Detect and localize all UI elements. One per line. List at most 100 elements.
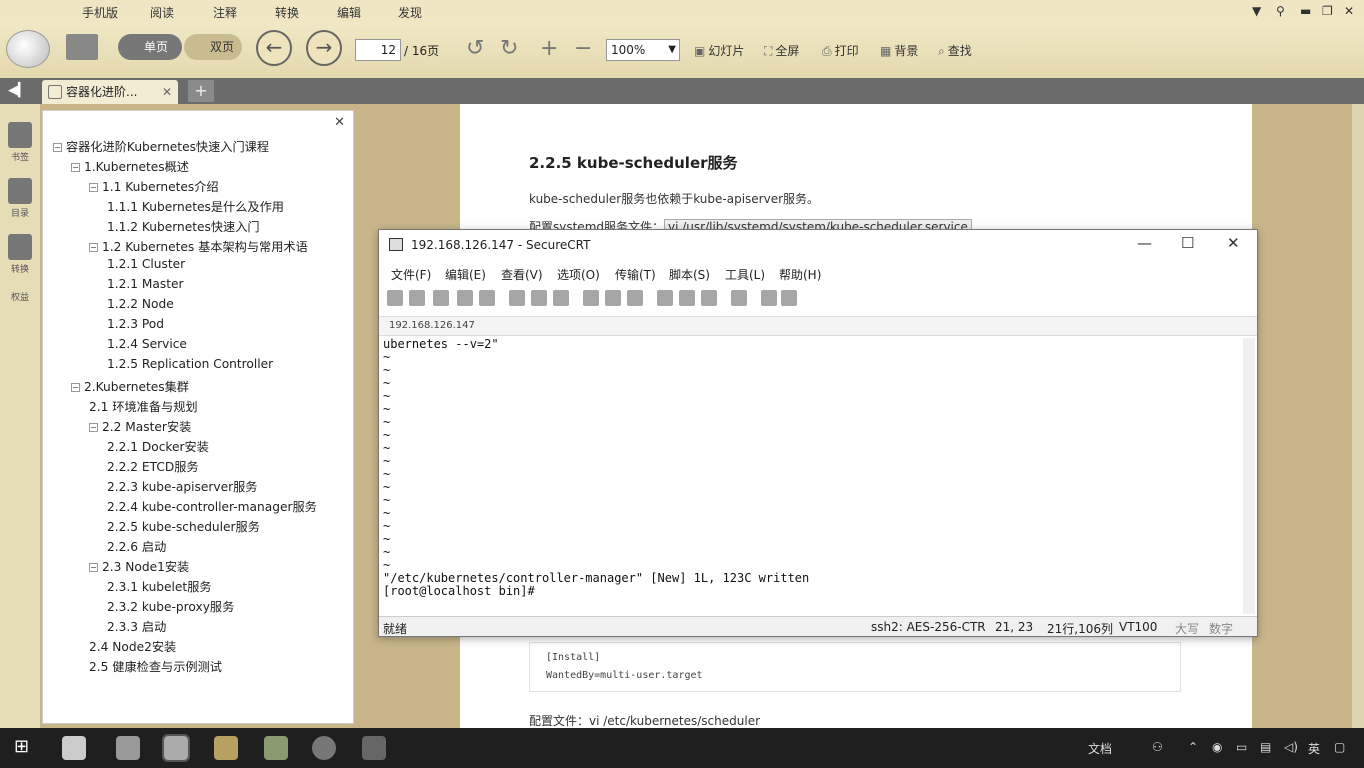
collapse-toggle-icon[interactable]: − — [53, 143, 62, 152]
toc-item[interactable]: 1.2.4 Service — [107, 337, 187, 357]
toc-item[interactable]: 2.3.1 kubelet服务 — [107, 577, 212, 597]
print-icon[interactable] — [583, 290, 599, 306]
fullscreen-button[interactable]: ⛶ 全屏 — [764, 42, 799, 59]
menu-mobile[interactable]: 手机版 — [82, 4, 118, 21]
rotate-left-icon[interactable]: ↺ — [466, 36, 484, 61]
connect-icon[interactable] — [387, 290, 403, 306]
toc-item[interactable]: −2.3 Node1安装 — [89, 557, 189, 577]
toc-item[interactable]: 2.4 Node2安装 — [89, 637, 176, 657]
toc-item[interactable]: 1.2.5 Replication Controller — [107, 357, 273, 377]
battery-icon[interactable]: ▭ — [1236, 740, 1247, 754]
crt-titlebar[interactable]: 192.168.126.147 - SecureCRT — ☐ ✕ — [379, 230, 1257, 260]
background-button[interactable]: ▦ 背景 — [880, 42, 918, 59]
convert-rail-button[interactable]: 转换 — [0, 234, 40, 275]
reconnect-icon[interactable] — [457, 290, 473, 306]
toc-item[interactable]: 2.1 环境准备与规划 — [89, 397, 198, 417]
toc-item[interactable]: −1.Kubernetes概述 — [71, 157, 189, 177]
menu-edit[interactable]: 编辑(E) — [445, 266, 486, 283]
print-button[interactable]: ⎙ 打印 — [822, 42, 859, 59]
docs-label[interactable]: 文档 — [1088, 740, 1112, 757]
menu-help[interactable]: 帮助(H) — [779, 266, 821, 283]
network-icon[interactable]: ▤ — [1260, 740, 1271, 754]
close-tab-icon[interactable]: ✕ — [162, 80, 172, 104]
toc-item[interactable]: 2.2.5 kube-scheduler服务 — [107, 517, 260, 537]
volume-icon[interactable]: ◁) — [1284, 740, 1298, 754]
windows-start-icon[interactable]: ⊞ — [14, 736, 29, 757]
collapse-toggle-icon[interactable]: − — [89, 563, 98, 572]
collapse-toggle-icon[interactable]: − — [89, 183, 98, 192]
people-icon[interactable]: ⚇ — [1152, 740, 1163, 754]
app-reader-icon[interactable] — [162, 734, 190, 762]
toc-item[interactable]: 2.2.1 Docker安装 — [107, 437, 209, 457]
browser-icon[interactable] — [312, 736, 336, 760]
toc-item[interactable]: 1.2.1 Master — [107, 277, 184, 297]
skin-icon[interactable]: ▼ — [1252, 4, 1261, 18]
next-page-icon[interactable]: → — [306, 30, 342, 66]
collapse-sidebar-icon[interactable]: ◀▎ — [8, 83, 28, 98]
menu-file[interactable]: 文件(F) — [391, 266, 431, 283]
collapse-toggle-icon[interactable]: − — [89, 423, 98, 432]
toc-item[interactable]: 1.2.1 Cluster — [107, 257, 185, 277]
open-folder-icon[interactable] — [66, 34, 98, 60]
menu-options[interactable]: 选项(O) — [557, 266, 600, 283]
chevron-up-icon[interactable]: ⌃ — [1188, 740, 1198, 754]
paste-icon[interactable] — [531, 290, 547, 306]
document-tab[interactable]: 容器化进阶... ✕ — [42, 80, 178, 104]
print-setup-icon[interactable] — [605, 290, 621, 306]
terminal-scrollbar[interactable] — [1243, 338, 1255, 614]
close-icon[interactable]: ✕ — [1227, 234, 1240, 252]
bookmark-rail-button[interactable]: 书签 — [0, 122, 40, 163]
keymap-icon[interactable] — [701, 290, 717, 306]
tray-app-icon[interactable]: ◉ — [1212, 740, 1222, 754]
document-scrollbar[interactable] — [1352, 104, 1364, 728]
app-logo[interactable] — [6, 30, 50, 68]
menu-discover[interactable]: 发现 — [398, 4, 422, 21]
app-game-icon[interactable] — [264, 736, 288, 760]
keygen-icon[interactable] — [761, 290, 777, 306]
collapse-toggle-icon[interactable]: − — [89, 243, 98, 252]
restore-icon[interactable]: ❐ — [1322, 4, 1333, 18]
notification-icon[interactable]: ▢ — [1334, 740, 1345, 754]
collapse-toggle-icon[interactable]: − — [71, 383, 80, 392]
toc-item[interactable]: 1.2.3 Pod — [107, 317, 164, 337]
toc-item[interactable]: −2.2 Master安装 — [89, 417, 191, 437]
single-page-button[interactable]: 单页 — [118, 34, 182, 60]
minimize-icon[interactable]: — — [1137, 234, 1152, 252]
toc-item[interactable]: −2.Kubernetes集群 — [71, 377, 189, 397]
menu-read[interactable]: 阅读 — [150, 4, 174, 21]
menu-annotate[interactable]: 注释 — [213, 4, 237, 21]
toc-item[interactable]: 2.3.2 kube-proxy服务 — [107, 597, 234, 617]
toc-item[interactable]: 2.2.2 ETCD服务 — [107, 457, 199, 477]
toc-item[interactable]: 2.2.4 kube-controller-manager服务 — [107, 497, 317, 517]
zoom-select[interactable]: 100% ▼ — [606, 39, 680, 61]
prev-page-icon[interactable]: ← — [256, 30, 292, 66]
double-page-button[interactable]: 双页 — [184, 34, 242, 60]
global-options-icon[interactable] — [679, 290, 695, 306]
toc-item[interactable]: −1.2 Kubernetes 基本架构与常用术语 — [89, 237, 308, 257]
menu-script[interactable]: 脚本(S) — [669, 266, 710, 283]
find-button[interactable]: ⌕ 查找 — [938, 42, 972, 59]
log-icon[interactable] — [627, 290, 643, 306]
more-rail-button[interactable]: 权益 — [0, 290, 40, 303]
quick-connect-icon[interactable] — [409, 290, 425, 306]
toc-item[interactable]: 1.1.2 Kubernetes快速入门 — [107, 217, 260, 237]
app-box-icon[interactable] — [116, 736, 140, 760]
terminal-output[interactable]: ubernetes --v=2" ~ ~ ~ ~ ~ ~ ~ ~ ~ ~ ~ ~… — [383, 338, 1241, 614]
slideshow-button[interactable]: ▣ 幻灯片 — [694, 42, 744, 59]
collapse-toggle-icon[interactable]: − — [71, 163, 80, 172]
minimize-icon[interactable]: ▬ — [1300, 4, 1311, 18]
toc-rail-button[interactable]: 目录 — [0, 178, 40, 219]
close-icon[interactable]: ✕ — [1344, 4, 1354, 18]
toc-item[interactable]: 2.3.3 启动 — [107, 617, 166, 637]
page-number-input[interactable]: 12 — [355, 39, 401, 61]
close-panel-icon[interactable]: ✕ — [334, 115, 345, 130]
toc-item[interactable]: − 容器化进阶Kubernetes快速入门课程 — [53, 137, 269, 157]
sftp-icon[interactable] — [731, 290, 747, 306]
zoom-in-icon[interactable]: + — [540, 36, 558, 61]
securecrt-taskbar-icon[interactable] — [362, 736, 386, 760]
new-tab-button[interactable]: + — [188, 80, 214, 102]
toc-item[interactable]: 2.2.3 kube-apiserver服务 — [107, 477, 257, 497]
maximize-icon[interactable]: ☐ — [1181, 234, 1194, 252]
toc-item[interactable]: −1.1 Kubernetes介绍 — [89, 177, 219, 197]
app-pinwheel-icon[interactable] — [62, 736, 86, 760]
